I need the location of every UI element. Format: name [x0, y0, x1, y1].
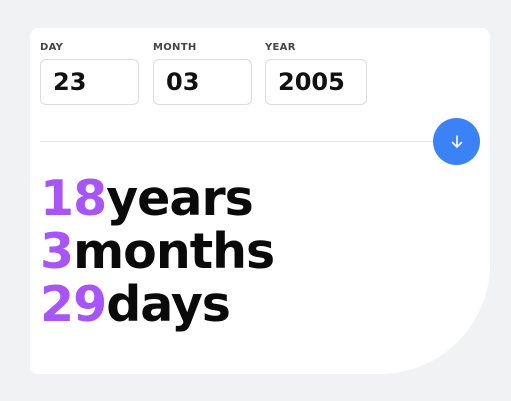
days-unit: days [106, 276, 231, 333]
day-input[interactable]: 23 [40, 59, 139, 105]
months-result: 3months [40, 223, 275, 280]
day-field: DAY 23 [40, 42, 139, 105]
results: 18years 3months 29days [40, 172, 275, 331]
age-calculator-card: DAY 23 MONTH 03 YEAR 2005 18years 3month… [30, 28, 490, 374]
years-unit: years [106, 170, 254, 227]
year-label: YEAR [265, 42, 296, 53]
years-value: 18 [40, 170, 107, 227]
submit-button[interactable] [433, 118, 480, 165]
month-field: MONTH 03 [153, 42, 252, 105]
month-input[interactable]: 03 [153, 59, 252, 105]
months-unit: months [73, 223, 275, 280]
days-result: 29days [40, 278, 274, 331]
years-result: 18years [40, 172, 274, 225]
divider [40, 141, 440, 142]
month-label: MONTH [153, 42, 197, 53]
year-field: YEAR 2005 [265, 42, 367, 105]
arrow-down-icon [451, 134, 462, 148]
days-value: 29 [40, 276, 107, 333]
day-label: DAY [40, 42, 64, 53]
year-input[interactable]: 2005 [265, 59, 367, 105]
months-value: 3 [40, 223, 74, 280]
